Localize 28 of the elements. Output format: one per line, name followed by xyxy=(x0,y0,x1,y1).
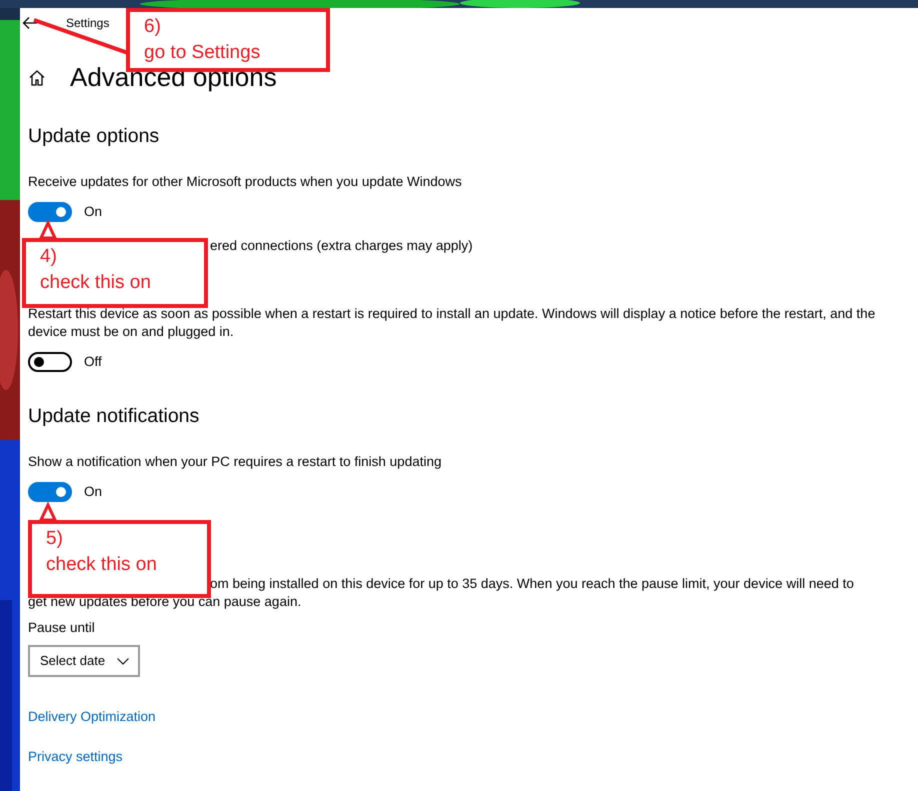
annotation-number: 4) xyxy=(40,245,58,269)
annotation-text: check this on xyxy=(40,271,152,295)
page-title: Advanced options xyxy=(70,62,277,94)
settings-link[interactable]: Privacy settings xyxy=(28,747,123,768)
toggle-switch[interactable] xyxy=(28,482,72,502)
home-icon[interactable] xyxy=(28,68,46,87)
window-title: Settings xyxy=(66,15,110,32)
caret-icon xyxy=(117,658,130,665)
annotation-number: 6) xyxy=(144,15,162,39)
field-label: Pause until xyxy=(28,619,96,638)
annotation-text: go to Settings xyxy=(144,41,262,65)
section-heading: Update notifications xyxy=(28,404,200,430)
date-dropdown[interactable]: Select date xyxy=(28,645,140,678)
toggle-switch[interactable] xyxy=(28,202,72,222)
toggle-state: Off xyxy=(84,353,102,372)
back-button[interactable] xyxy=(22,16,38,30)
annotation-number: 5) xyxy=(46,527,64,551)
settings-link[interactable]: Delivery Optimization xyxy=(28,707,156,728)
setting-label: Restart this device as soon as possible when a restart is required to install an update. Windows will display a notice before the restart, and the device must be on and plugged in. xyxy=(28,305,876,342)
toggle-switch[interactable] xyxy=(28,352,72,372)
setting-label: om being installed on this device for up to 35 days. When you reach the pause limit, your device will need to get new updates before you can pause again. xyxy=(28,575,855,612)
toggle-state: On xyxy=(84,203,102,222)
section-heading: Update options xyxy=(28,124,160,150)
setting-label: ered connections (extra charges may apply) xyxy=(209,237,474,256)
toggle-state: On xyxy=(84,483,102,502)
setting-label: Show a notification when your PC requires a restart to finish updating xyxy=(28,453,442,472)
annotation-text: check this on xyxy=(46,553,158,577)
setting-label: Receive updates for other Microsoft products when you update Windows xyxy=(28,173,463,192)
